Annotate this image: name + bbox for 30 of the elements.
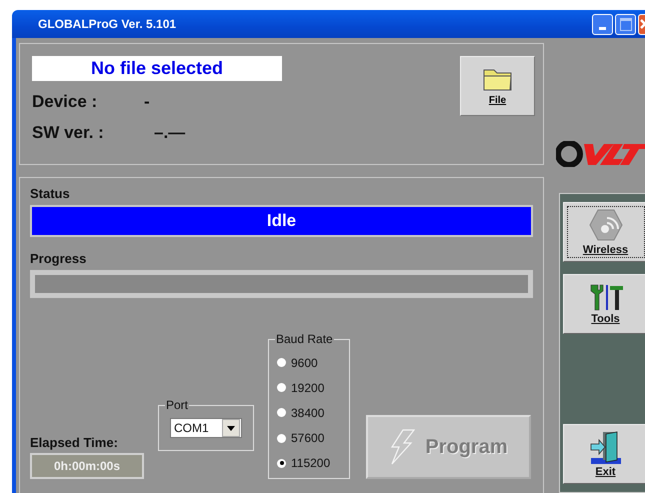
antenna-icon (588, 208, 622, 242)
baud-rate-option[interactable]: 9600 (277, 356, 349, 370)
wireless-button[interactable]: Wireless (562, 202, 645, 262)
port-dropdown[interactable]: COM1 (170, 418, 242, 438)
sw-version-value: –.— (154, 123, 186, 143)
baud-rate-label: Baud Rate (275, 332, 334, 346)
window-title: GLOBALProG Ver. 5.101 (38, 17, 176, 31)
port-label: Port (165, 398, 190, 412)
baud-rate-option[interactable]: 57600 (277, 431, 349, 446)
exit-button[interactable]: Exit (562, 424, 645, 484)
elapsed-time-label: Elapsed Time: (30, 435, 119, 450)
file-name-field: No file selected (32, 56, 282, 81)
elapsed-time-field: 0h:00m:00s (30, 453, 144, 479)
lightning-icon (389, 429, 416, 465)
baud-rate-option[interactable]: 19200 (277, 380, 349, 395)
status-label: Status (30, 186, 71, 201)
baud-rate-option[interactable]: 38400 (277, 406, 349, 420)
sw-version-label: SW ver. : (32, 123, 105, 143)
progress-label: Progress (30, 251, 88, 266)
maximize-button[interactable] (615, 14, 636, 34)
exit-door-icon (588, 430, 622, 464)
tools-icon (588, 283, 624, 311)
baud-rate-option[interactable]: 115200 (277, 456, 349, 470)
file-button[interactable]: File (460, 56, 535, 116)
device-value: - (144, 92, 150, 112)
caret-icon (227, 426, 235, 430)
minimize-button[interactable] (592, 14, 613, 34)
device-label: Device : (32, 92, 98, 112)
status-bar: Idle (30, 205, 533, 237)
tools-button[interactable]: Tools (562, 274, 645, 334)
